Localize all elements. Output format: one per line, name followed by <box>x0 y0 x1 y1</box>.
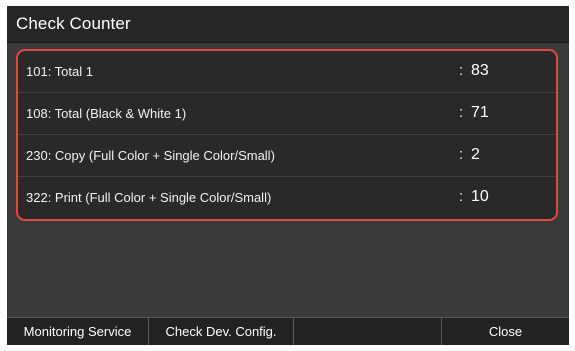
counter-row: 230: Copy (Full Color + Single Color/Sma… <box>18 135 556 177</box>
screen-title: Check Counter <box>16 14 131 33</box>
counter-separator: : <box>459 62 464 79</box>
counter-row: 101: Total 1 : 83 <box>18 51 556 93</box>
counter-separator: : <box>459 146 464 163</box>
counter-label: 101: Total 1 <box>26 64 93 79</box>
monitoring-service-button[interactable]: Monitoring Service <box>7 318 149 345</box>
counter-value: 2 <box>471 146 480 163</box>
counter-value: 10 <box>471 188 489 205</box>
close-button[interactable]: Close <box>442 318 569 345</box>
counter-label: 230: Copy (Full Color + Single Color/Sma… <box>26 148 275 163</box>
check-counter-screen: Check Counter 101: Total 1 : 83 108: Tot… <box>7 6 569 345</box>
empty-button-slot <box>294 318 442 345</box>
bottom-action-bar: Monitoring Service Check Dev. Config. Cl… <box>7 317 569 345</box>
counter-value: 71 <box>471 104 489 121</box>
counter-row: 322: Print (Full Color + Single Color/Sm… <box>18 177 556 219</box>
counter-separator: : <box>459 104 464 121</box>
counter-value: 83 <box>471 62 489 79</box>
title-bar: Check Counter <box>7 6 569 43</box>
counter-label: 322: Print (Full Color + Single Color/Sm… <box>26 190 272 205</box>
counter-row: 108: Total (Black & White 1) : 71 <box>18 93 556 135</box>
counter-separator: : <box>459 188 464 205</box>
counter-label: 108: Total (Black & White 1) <box>26 106 187 121</box>
check-dev-config-button[interactable]: Check Dev. Config. <box>149 318 294 345</box>
counter-list: 101: Total 1 : 83 108: Total (Black & Wh… <box>16 49 558 221</box>
